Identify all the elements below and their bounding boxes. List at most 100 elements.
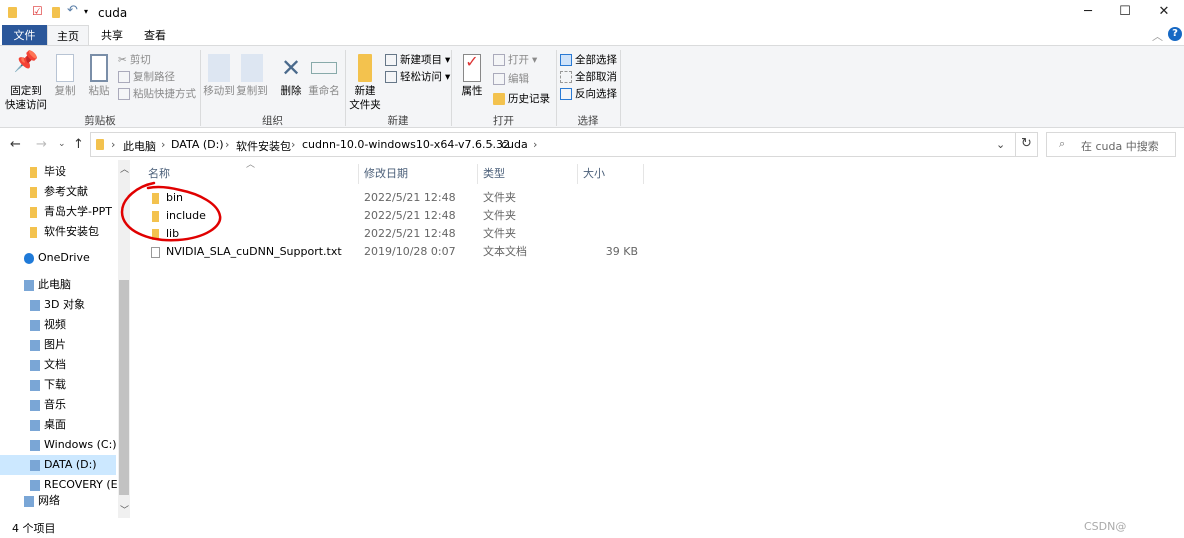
forward-icon[interactable]: → — [36, 137, 47, 152]
navigation-pane: 毕设参考文献青岛大学-PPT 软件安装包 OneDrive 此电脑 3D 对象视频图片文… — [0, 160, 126, 518]
breadcrumb-data-d[interactable]: DATA (D:) — [171, 138, 224, 151]
text-file-icon — [151, 247, 160, 258]
sidebar-item[interactable]: 桌面 — [0, 415, 116, 435]
invert-selection-button[interactable]: 反向选择 — [560, 86, 617, 101]
select-all-button[interactable]: 全部选择 — [560, 52, 617, 67]
folder-icon — [30, 207, 37, 218]
up-icon[interactable]: ↑ — [73, 137, 84, 152]
refresh-icon[interactable]: ↻ — [1021, 136, 1032, 151]
tab-file[interactable]: 文件 — [2, 25, 47, 46]
breadcrumb-software[interactable]: 软件安装包 — [236, 138, 291, 154]
address-dropdown-icon[interactable]: ⌄ — [996, 138, 1005, 151]
drive-icon — [30, 440, 40, 451]
select-all-icon — [560, 53, 572, 66]
tab-share[interactable]: 共享 — [92, 25, 132, 46]
rename-icon — [311, 62, 337, 74]
sidebar-item[interactable]: 网络 — [0, 491, 116, 511]
back-icon[interactable]: ← — [10, 137, 21, 152]
sidebar-item[interactable]: 3D 对象 — [0, 295, 116, 315]
sidebar-item[interactable]: 软件安装包 — [0, 222, 116, 242]
drive-icon — [30, 380, 40, 391]
breadcrumb-this-pc[interactable]: 此电脑 — [123, 138, 156, 154]
paste-icon — [90, 54, 108, 82]
group-label-organize: 组织 — [262, 115, 283, 127]
pc-icon — [24, 280, 34, 291]
close-icon[interactable]: ✕ — [1149, 4, 1179, 22]
sidebar-item-label: 网络 — [38, 494, 60, 507]
group-label-new: 新建 — [387, 115, 409, 127]
copy-path-button[interactable]: 复制路径 — [118, 69, 175, 84]
maximize-icon[interactable]: ☐ — [1110, 4, 1140, 22]
red-annotation-circle — [120, 181, 222, 242]
sidebar-item-label: 图片 — [44, 338, 66, 351]
sidebar-item[interactable]: 音乐 — [0, 395, 116, 415]
column-header-size[interactable]: 大小 — [583, 164, 605, 184]
properties-icon[interactable]: ☑ — [32, 4, 43, 18]
column-header-date[interactable]: 修改日期 — [364, 164, 408, 184]
sidebar-item[interactable]: 视频 — [0, 315, 116, 335]
sidebar-item[interactable]: OneDrive — [0, 248, 116, 268]
address-bar[interactable]: › 此电脑 › DATA (D:) › 软件安装包 › cudnn-10.0-w… — [90, 132, 1038, 157]
sidebar-item[interactable]: 此电脑 — [0, 275, 116, 295]
copy-path-icon — [118, 70, 130, 83]
open-button[interactable]: 打开 ▾ — [493, 52, 537, 67]
sidebar-item[interactable]: 文档 — [0, 355, 116, 375]
recent-locations-icon[interactable]: ⌄ — [58, 139, 66, 149]
sidebar-item-label: 软件安装包 — [44, 225, 99, 238]
sidebar-item-label: 参考文献 — [44, 185, 88, 198]
new-item-button[interactable]: 新建项目 ▾ — [385, 52, 450, 67]
breadcrumb-cudnn[interactable]: cudnn-10.0-windows10-x64-v7.6.5.32 — [302, 138, 510, 151]
folder-icon — [30, 187, 37, 198]
sidebar-item[interactable]: 图片 — [0, 335, 116, 355]
new-folder-button[interactable]: 新建 文件夹 — [348, 54, 382, 112]
file-date: 2022/5/21 12:48 — [364, 209, 456, 222]
easy-access-button[interactable]: 轻松访问 ▾ — [385, 69, 450, 84]
breadcrumb-cuda[interactable]: cuda — [501, 138, 528, 151]
delete-x-icon: ✕ — [280, 54, 302, 82]
nav-scrollbar-thumb[interactable] — [119, 280, 129, 495]
edit-button[interactable]: 编辑 — [493, 71, 529, 86]
minimize-icon[interactable]: ─ — [1073, 4, 1103, 22]
folder-icon — [96, 139, 104, 150]
sidebar-item[interactable]: 青岛大学-PPT — [0, 202, 116, 222]
undo-icon[interactable]: ↶ — [67, 3, 78, 18]
sidebar-item[interactable]: Windows (C:) — [0, 435, 117, 455]
paste-button[interactable]: 粘贴 — [84, 54, 114, 98]
column-header-type[interactable]: 类型 — [483, 164, 505, 184]
tab-home[interactable]: 主页 — [47, 25, 89, 47]
properties-button[interactable]: ✓ 属性 — [456, 54, 488, 98]
paste-shortcut-button[interactable]: 粘贴快捷方式 — [118, 86, 196, 101]
search-input[interactable]: ⌕ 在 cuda 中搜索 — [1046, 132, 1176, 157]
properties-check-icon: ✓ — [463, 54, 481, 82]
history-button[interactable]: 历史记录 — [493, 91, 550, 106]
sidebar-item[interactable]: 下载 — [0, 375, 116, 395]
copy-button[interactable]: 复制 — [50, 54, 80, 98]
tab-view[interactable]: 查看 — [135, 25, 175, 46]
drive-icon — [30, 400, 40, 411]
copy-to-button[interactable]: 复制到 — [235, 54, 269, 98]
open-icon — [493, 53, 505, 66]
copy-icon — [56, 54, 74, 82]
sidebar-item-label: 视频 — [44, 318, 66, 331]
delete-button[interactable]: ✕ 删除 — [276, 54, 306, 98]
collapse-ribbon-icon[interactable]: ︿ — [1152, 28, 1163, 44]
select-none-button[interactable]: 全部取消 — [560, 69, 617, 84]
help-icon[interactable]: ? — [1168, 27, 1182, 41]
group-label-select: 选择 — [577, 115, 599, 127]
sidebar-item-label: 下载 — [44, 378, 66, 391]
file-type: 文件夹 — [483, 191, 516, 204]
customize-dropdown-icon[interactable]: ▾ — [84, 7, 88, 16]
pin-quick-access-button[interactable]: 📌 固定到 快速访问 — [4, 51, 48, 112]
sidebar-item[interactable]: DATA (D:) — [0, 455, 116, 475]
group-label-open: 打开 — [493, 115, 514, 127]
watermark: CSDN@ — [1084, 520, 1127, 533]
sidebar-item[interactable]: 参考文献 — [0, 182, 116, 202]
drive-icon — [30, 420, 40, 431]
sidebar-item[interactable]: 毕设 — [0, 162, 116, 182]
new-folder-icon[interactable] — [52, 7, 60, 18]
move-to-button[interactable]: 移动到 — [202, 54, 236, 98]
cut-button[interactable]: ✂ 剪切 — [118, 52, 151, 67]
sort-ascending-icon: ︿ — [246, 160, 256, 170]
file-date: 2022/5/21 12:48 — [364, 191, 456, 204]
rename-button[interactable]: 重命名 — [306, 54, 342, 98]
